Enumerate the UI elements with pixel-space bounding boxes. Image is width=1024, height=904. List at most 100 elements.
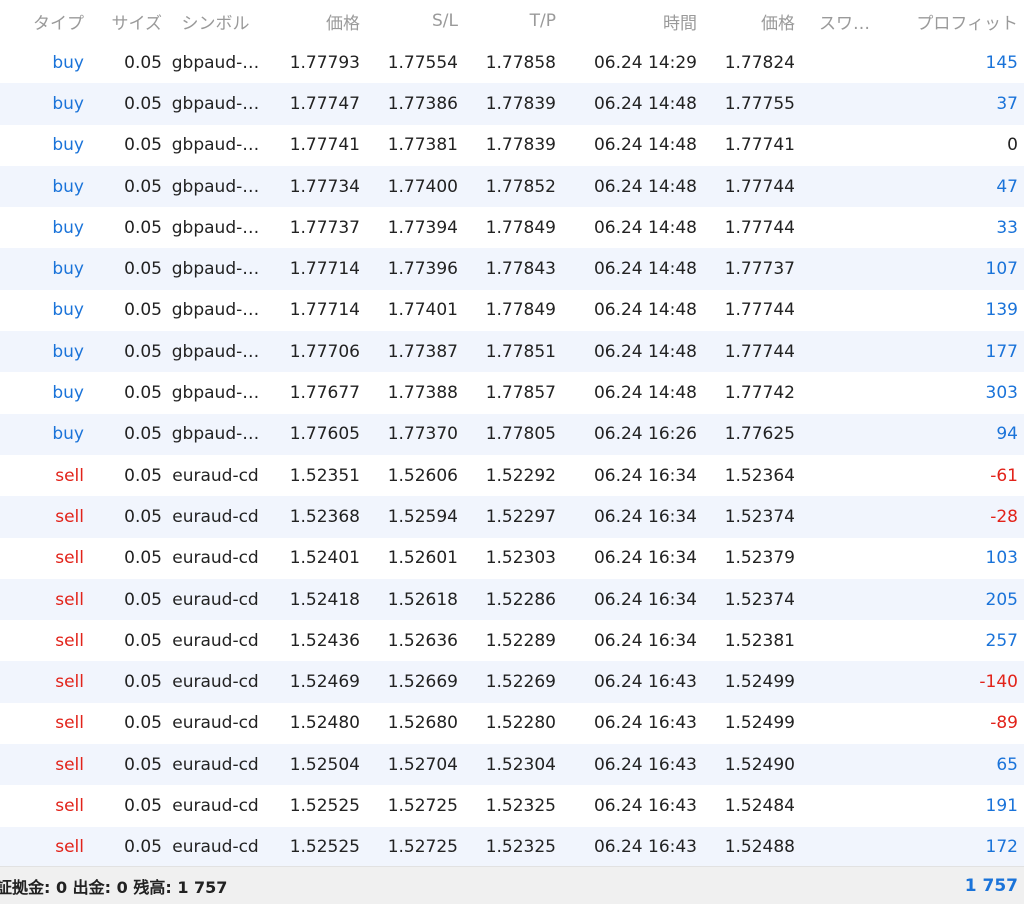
cell-type: buy — [52, 135, 84, 156]
cell-symbol: euraud-cd — [172, 465, 259, 486]
cell-profit: -140 — [979, 672, 1018, 693]
cell-size: 0.05 — [124, 754, 162, 775]
table-row[interactable]: buy 0.05 gbpaud-… 1.77714 1.77396 1.77843 06.2… — [0, 248, 1024, 290]
cell-swap — [795, 620, 877, 661]
table-row[interactable]: buy 0.05 gbpaud-… 1.77793 1.77554 1.77858 06.2… — [0, 42, 1024, 83]
cell-time: 06.24 14:48 — [593, 93, 697, 114]
cell-type: sell — [55, 589, 84, 610]
table-row[interactable]: buy 0.05 gbpaud-… 1.77741 1.77381 1.77839 06.2… — [0, 125, 1024, 166]
table-row[interactable]: buy 0.05 gbpaud-… 1.77734 1.77400 1.77852 06.2… — [0, 165, 1024, 208]
cell-price: 1.77737 — [289, 217, 360, 238]
cell-type: sell — [55, 795, 84, 816]
cell-swap — [795, 125, 877, 166]
cell-size: 0.05 — [124, 341, 162, 362]
cell-sl: 1.77386 — [387, 93, 458, 114]
cell-type: sell — [55, 548, 84, 569]
table-row[interactable]: buy 0.05 gbpaud-… 1.77706 1.77387 1.77851 06.2… — [0, 331, 1024, 373]
cell-price: 1.77741 — [289, 135, 360, 156]
table-row[interactable]: sell 0.05 euraud-cd 1.52525 1.52725 1.52325 06… — [0, 826, 1024, 868]
table-row[interactable]: sell 0.05 euraud-cd 1.52418 1.52618 1.52286 06… — [0, 578, 1024, 621]
table-row[interactable]: buy 0.05 gbpaud-… 1.77677 1.77388 1.77857 06.2… — [0, 372, 1024, 413]
cell-time: 06.24 16:43 — [593, 837, 697, 858]
cell-size: 0.05 — [124, 176, 162, 197]
account-summary: 証拠金: 0 出金: 0 残高: 1 757 — [0, 877, 228, 897]
cell-profit: 172 — [985, 837, 1018, 858]
table-row[interactable]: sell 0.05 euraud-cd 1.52368 1.52594 1.52297 06… — [0, 496, 1024, 538]
cell-swap — [795, 331, 877, 372]
table-row[interactable]: sell 0.05 euraud-cd 1.52469 1.52669 1.52269 06… — [0, 661, 1024, 703]
cell-sl: 1.52680 — [387, 713, 458, 734]
cell-tp: 1.77849 — [485, 217, 556, 238]
cell-time: 06.24 16:34 — [593, 506, 697, 527]
cell-size: 0.05 — [124, 93, 162, 114]
cell-price: 1.52436 — [289, 630, 360, 651]
cell-price: 1.52401 — [289, 548, 360, 569]
cell-symbol: euraud-cd — [172, 589, 259, 610]
cell-swap — [795, 42, 877, 83]
header-type[interactable]: タイプ — [0, 0, 84, 42]
cell-symbol: gbpaud-… — [171, 217, 260, 238]
cell-time: 06.24 14:29 — [593, 52, 697, 73]
cell-current-price: 1.77744 — [724, 300, 795, 321]
header-current-price[interactable]: 価格 — [697, 0, 795, 42]
table-row[interactable]: sell 0.05 euraud-cd 1.52351 1.52606 1.52292 06… — [0, 455, 1024, 496]
header-sl[interactable]: S/L — [360, 0, 458, 42]
table-row[interactable]: buy 0.05 gbpaud-… 1.77747 1.77386 1.77839 06.2… — [0, 83, 1024, 125]
cell-current-price: 1.52499 — [724, 713, 795, 734]
cell-swap — [795, 290, 877, 331]
cell-price: 1.77677 — [289, 383, 360, 404]
header-price[interactable]: 価格 — [262, 0, 360, 42]
table-row[interactable]: sell 0.05 euraud-cd 1.52436 1.52636 1.52289 06… — [0, 620, 1024, 661]
table-row[interactable]: buy 0.05 gbpaud-… 1.77737 1.77394 1.77849 06.2… — [0, 207, 1024, 248]
cell-profit: 107 — [985, 259, 1018, 280]
cell-current-price: 1.52381 — [724, 630, 795, 651]
header-symbol[interactable]: シンボル — [168, 0, 263, 42]
header-profit[interactable]: プロフィット — [877, 0, 1018, 42]
header-time[interactable]: 時間 — [556, 0, 697, 42]
total-profit: 1 757 — [964, 875, 1018, 896]
cell-profit: 0 — [1007, 135, 1018, 156]
cell-time: 06.24 14:48 — [593, 341, 697, 362]
cell-symbol: gbpaud-… — [171, 93, 260, 114]
cell-size: 0.05 — [124, 259, 162, 280]
table-row[interactable]: sell 0.05 euraud-cd 1.52525 1.52725 1.52325 06… — [0, 785, 1024, 826]
cell-swap — [795, 703, 877, 744]
cell-profit: 257 — [985, 630, 1018, 651]
header-tp[interactable]: T/P — [458, 0, 556, 42]
cell-sl: 1.52594 — [387, 506, 458, 527]
table-row[interactable]: buy 0.05 gbpaud-… 1.77714 1.77401 1.77849 06.2… — [0, 290, 1024, 331]
cell-current-price: 1.52374 — [724, 506, 795, 527]
cell-current-price: 1.52490 — [724, 754, 795, 775]
cell-profit: 139 — [985, 300, 1018, 321]
cell-tp: 1.77843 — [485, 259, 556, 280]
cell-price: 1.77793 — [289, 52, 360, 73]
cell-type: sell — [55, 713, 84, 734]
cell-current-price: 1.77741 — [724, 135, 795, 156]
cell-size: 0.05 — [124, 300, 162, 321]
table-row[interactable]: sell 0.05 euraud-cd 1.52401 1.52601 1.52303 06… — [0, 538, 1024, 579]
cell-swap — [795, 414, 877, 455]
cell-tp: 1.77805 — [485, 424, 556, 445]
cell-swap — [795, 785, 877, 826]
header-swap[interactable]: スワ… — [795, 0, 877, 42]
cell-time: 06.24 16:43 — [593, 795, 697, 816]
cell-sl: 1.52669 — [387, 672, 458, 693]
table-row[interactable]: buy 0.05 gbpaud-… 1.77605 1.77370 1.77805 06.2… — [0, 413, 1024, 455]
cell-time: 06.24 14:48 — [593, 300, 697, 321]
table-row[interactable]: sell 0.05 euraud-cd 1.52480 1.52680 1.52280 06… — [0, 703, 1024, 744]
cell-profit: 37 — [996, 93, 1018, 114]
cell-time: 06.24 14:48 — [593, 259, 697, 280]
cell-symbol: gbpaud-… — [171, 341, 260, 362]
cell-profit: -89 — [990, 713, 1018, 734]
cell-time: 06.24 16:34 — [593, 589, 697, 610]
table-row[interactable]: sell 0.05 euraud-cd 1.52504 1.52704 1.52304 06… — [0, 744, 1024, 786]
cell-symbol: gbpaud-… — [171, 424, 260, 445]
cell-type: sell — [55, 630, 84, 651]
cell-time: 06.24 16:43 — [593, 713, 697, 734]
cell-current-price: 1.77737 — [724, 259, 795, 280]
cell-tp: 1.77857 — [485, 383, 556, 404]
header-size[interactable]: サイズ — [84, 0, 163, 42]
cell-current-price: 1.77755 — [724, 93, 795, 114]
cell-swap — [795, 538, 877, 579]
cell-size: 0.05 — [124, 135, 162, 156]
